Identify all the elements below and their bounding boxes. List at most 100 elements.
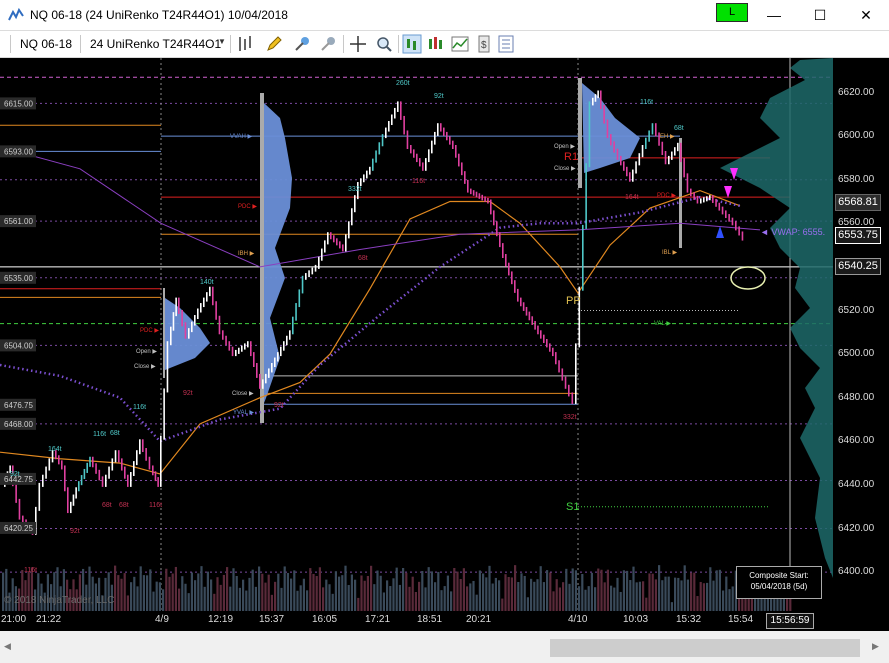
price-bar [648,130,650,142]
price-bar [308,270,310,278]
crosshair-icon[interactable] [348,34,368,54]
price-bar [283,341,285,351]
price-bar [475,191,478,198]
connection-status-indicator[interactable]: L [716,3,748,22]
volume-bar [408,586,411,611]
svg-text:6593.00: 6593.00 [4,147,33,156]
volume-bar [571,568,574,611]
price-bar [166,341,169,393]
price-bar [114,450,117,463]
pin-remove-icon[interactable] [318,34,338,54]
price-bar [67,487,69,514]
volume-bar [280,587,283,611]
price-chart-canvas[interactable]: R1 PP S1 ◄ VWAP: 6555. VVAH ▶ PDC ▶ IBH … [0,58,833,611]
price-bar [124,466,126,479]
pivot-pp-label: PP [566,295,581,307]
scroll-thumb[interactable] [550,639,860,657]
pencil-drawing-icon[interactable] [264,34,284,54]
volume-bar [610,585,613,611]
price-bar [728,214,730,222]
price-bar [481,194,484,201]
volume-bar [706,582,709,611]
price-bar [718,202,721,211]
price-bar [324,240,326,253]
volume-bar [184,583,187,611]
scroll-right-arrow[interactable]: ▶ [872,641,879,652]
strategies-icon[interactable] [426,34,446,54]
bar-style-icon[interactable] [236,34,256,54]
volume-bar [504,574,507,611]
indicators-icon[interactable] [450,34,470,54]
price-axis[interactable]: 6620.006600.006580.006560.006540.006520.… [833,58,889,611]
volume-bar [142,575,145,611]
price-bar [145,448,147,461]
volume-bar [728,589,731,611]
volume-bar [536,579,539,611]
horizontal-scrollbar[interactable]: ◀ ▶ [0,633,889,663]
price-bar [502,243,504,258]
price-bar [555,352,557,365]
pin-add-icon[interactable] [292,34,312,54]
current-time-label: 15:56:59 [766,613,814,629]
price-bar [184,322,187,339]
price-tick-label: 6420.00 [838,522,875,534]
price-bar [490,199,492,215]
instrument-selector[interactable]: NQ 06-18 [20,37,72,51]
volume-bar [488,565,491,611]
properties-icon[interactable] [496,34,516,54]
price-bar [690,188,692,197]
price-bar [139,439,141,455]
price-bar [148,456,151,470]
svg-text:68t: 68t [358,255,368,262]
volume-bar [373,584,376,611]
price-bar [206,292,208,302]
time-axis[interactable]: 21:00 21:22 4/9 12:19 15:37 16:05 17:21 18:51 20… [0,611,889,631]
volume-bar [213,593,216,611]
volume-bar [677,577,680,611]
templates-icon[interactable]: $ [474,34,494,54]
price-bar [472,190,475,196]
scroll-left-arrow[interactable]: ◀ [4,641,11,652]
price-bar [558,360,560,373]
volume-bar [590,572,593,611]
maximize-button[interactable]: ☐ [797,0,843,30]
price-bar [655,123,657,137]
close-button[interactable]: ✕ [843,0,889,30]
left-price-label: 6504.00 [0,339,36,352]
price-bar [209,286,211,297]
price-bar [703,197,705,203]
zoom-icon[interactable] [374,34,394,54]
bar-type-selector[interactable]: 24 UniRenko T24R44O1 [90,37,221,51]
volume-bar [242,579,245,611]
price-bar [348,221,350,239]
price-bar [86,462,88,473]
price-bar [163,388,165,440]
chevron-down-icon[interactable]: ▼ [218,37,226,46]
price-bar [80,475,83,486]
minimize-button[interactable]: — [751,0,797,30]
svg-text:140t: 140t [200,279,214,286]
volume-bar [328,584,331,611]
price-bar [582,224,584,291]
chart-trader-icon[interactable] [402,34,422,54]
price-bar [388,121,390,132]
price-bar [635,161,637,174]
volume-bar [469,583,472,611]
volume-bar [715,570,718,611]
volume-bar [437,571,440,611]
price-bar [142,439,144,453]
svg-text:VAL ▶: VAL ▶ [654,321,671,327]
svg-text:164t: 164t [625,194,639,201]
price-bar [731,217,734,226]
volume-bar [466,586,469,611]
price-bar [651,123,654,135]
volume-bar [542,582,545,611]
price-bar [534,320,536,330]
price-chart-panel[interactable]: R1 PP S1 ◄ VWAP: 6555. VVAH ▶ PDC ▶ IBH … [0,58,833,611]
price-bar [431,140,433,154]
volume-bar [597,568,600,611]
volume-bar [683,565,686,611]
volume-bar [510,577,513,611]
price-bar [108,466,110,479]
time-tick-label: 15:54 [728,614,754,625]
